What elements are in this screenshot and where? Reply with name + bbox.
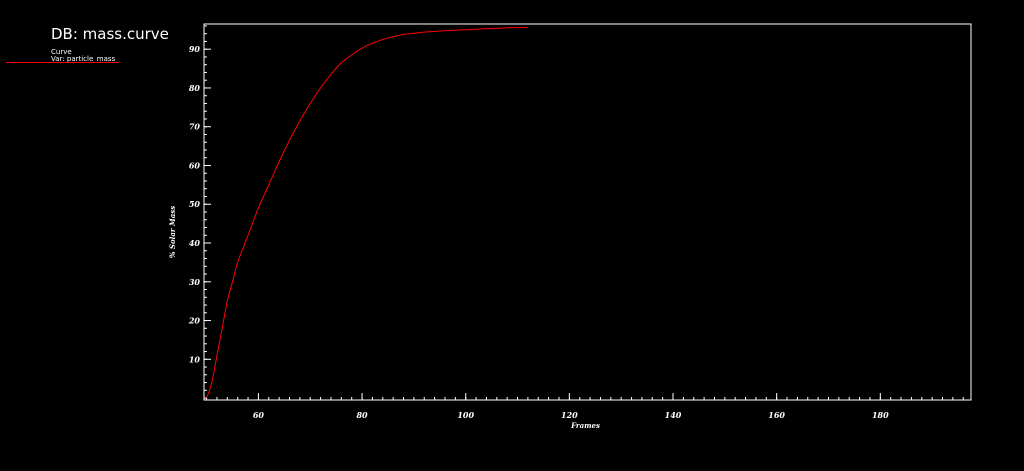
x-tick-label: 100 bbox=[457, 410, 474, 420]
y-tick-label: 50 bbox=[189, 199, 201, 209]
minor-ticks bbox=[204, 25, 964, 400]
y-tick-label: 70 bbox=[189, 122, 201, 132]
y-axis-label: % Solar Mass bbox=[168, 206, 177, 258]
particle-mass-series-line bbox=[206, 26, 528, 399]
y-tick-label: 90 bbox=[189, 44, 201, 54]
y-tick-label: 30 bbox=[189, 277, 201, 287]
y-tick-label: 20 bbox=[188, 316, 201, 326]
y-tick-label: 40 bbox=[189, 238, 201, 248]
y-tick-label: 60 bbox=[189, 160, 201, 170]
x-axis-ticks: 60 80 100 120 140 160 180 bbox=[253, 393, 889, 420]
x-tick-label: 60 bbox=[253, 410, 265, 420]
x-tick-label: 160 bbox=[768, 410, 785, 420]
y-tick-label: 80 bbox=[189, 83, 201, 93]
x-tick-label: 180 bbox=[872, 410, 889, 420]
y-axis-ticks: 10 20 30 40 50 60 70 80 90 bbox=[188, 44, 211, 364]
x-tick-label: 140 bbox=[665, 410, 682, 420]
plot-area: 60 80 100 120 140 160 180 10 20 30 40 50 60 70 80 90 F… bbox=[168, 23, 972, 430]
x-tick-label: 120 bbox=[561, 410, 578, 420]
x-tick-label: 80 bbox=[356, 410, 368, 420]
x-axis-label: Frames bbox=[570, 421, 600, 430]
plot-frame bbox=[203, 23, 972, 401]
y-tick-label: 10 bbox=[189, 354, 201, 364]
